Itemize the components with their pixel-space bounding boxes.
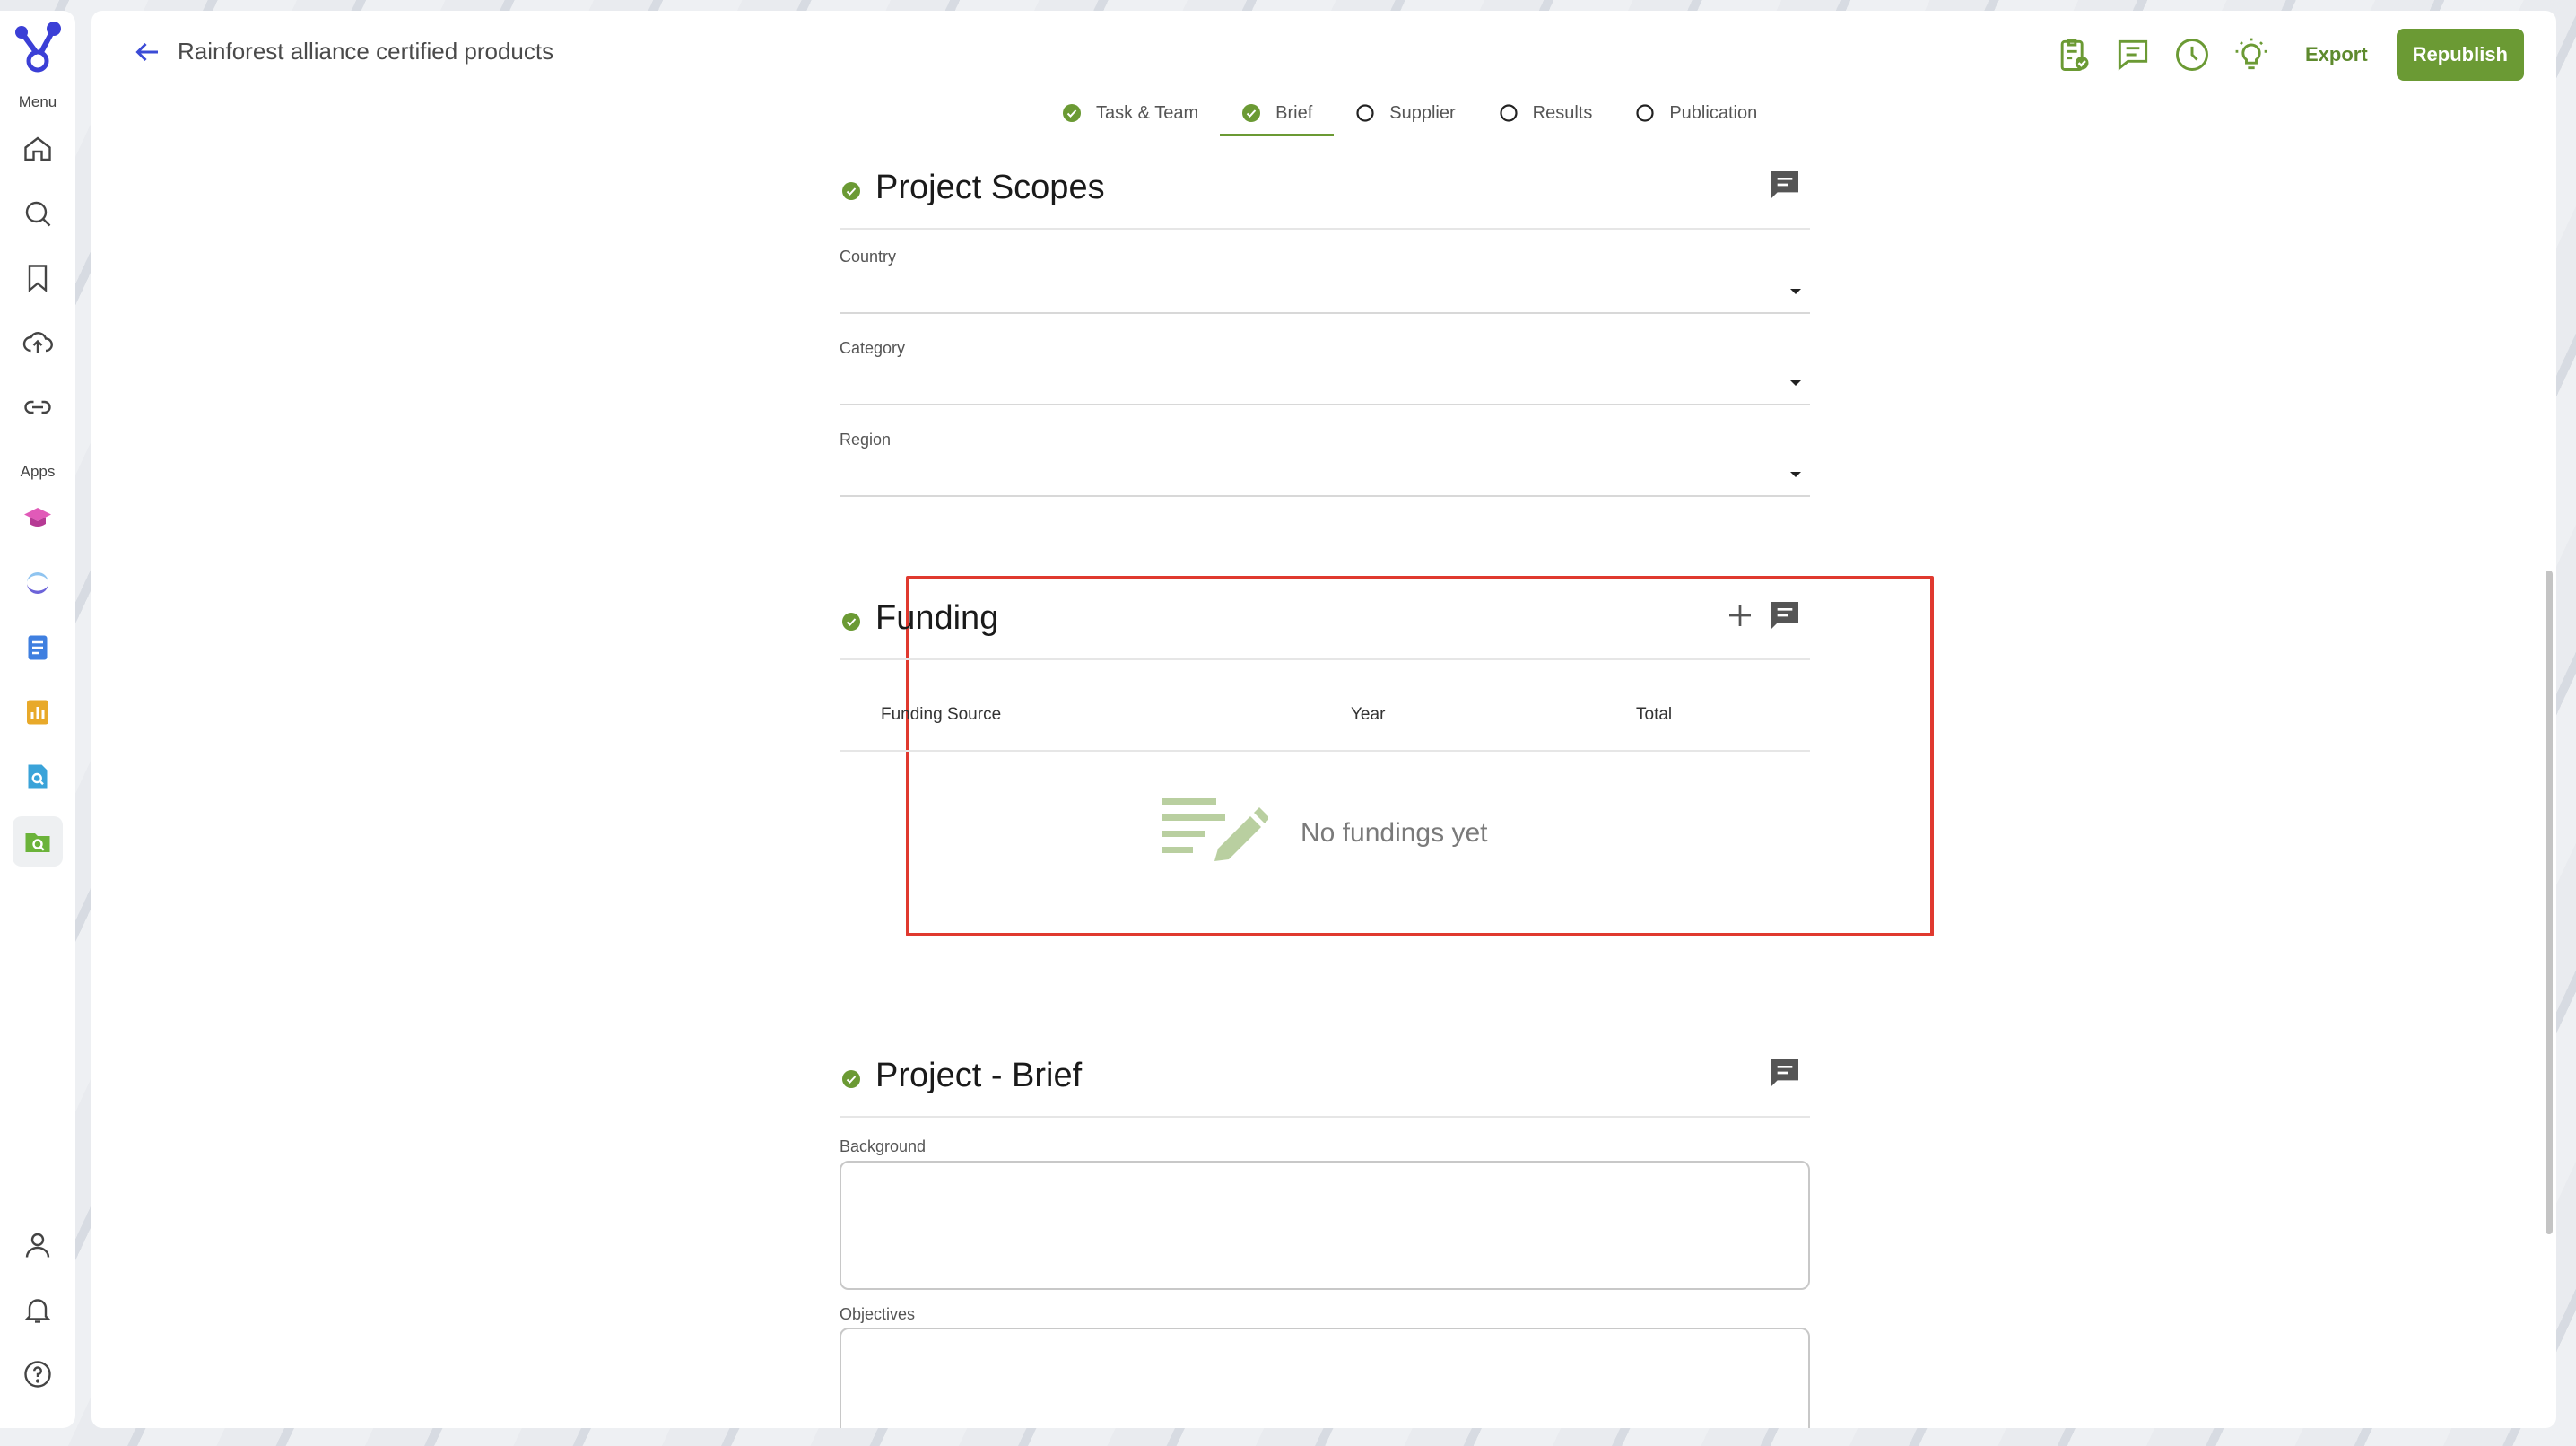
back-arrow-icon[interactable]	[131, 36, 163, 68]
comment-icon[interactable]	[1767, 167, 1803, 203]
search-icon[interactable]	[13, 188, 63, 239]
field-label: Region	[840, 431, 892, 449]
project-scopes-header: Project Scopes	[840, 160, 1810, 230]
empty-circle-icon	[1636, 104, 1654, 122]
document-app-icon[interactable]	[13, 623, 63, 673]
chat-icon[interactable]	[2111, 33, 2154, 76]
bookmark-icon[interactable]	[13, 253, 63, 303]
lightbulb-icon[interactable]	[2230, 33, 2273, 76]
clipboard-check-icon[interactable]	[2052, 33, 2095, 76]
dropdown-caret-icon	[1790, 380, 1801, 386]
bell-icon[interactable]	[13, 1285, 63, 1335]
step-brief[interactable]: Brief	[1220, 90, 1335, 136]
user-icon[interactable]	[13, 1220, 63, 1270]
export-button[interactable]: Export	[2305, 43, 2368, 66]
step-results[interactable]: Results	[1477, 90, 1614, 136]
country-select[interactable]: Country	[840, 235, 1810, 314]
dropdown-caret-icon	[1790, 472, 1801, 477]
empty-message: No fundings yet	[1301, 818, 1488, 848]
menu-label: Menu	[18, 93, 57, 110]
check-circle-icon	[1242, 104, 1261, 122]
sidebar: Menu Apps	[0, 11, 75, 1428]
field-label: Category	[840, 339, 906, 357]
objectives-label: Objectives	[840, 1305, 916, 1323]
step-label: Results	[1532, 102, 1593, 123]
funding-header: Funding	[840, 590, 1810, 660]
graduation-cap-app-icon[interactable]	[13, 493, 63, 544]
region-select[interactable]: Region	[840, 418, 1810, 497]
clock-icon[interactable]	[2171, 33, 2214, 76]
app-logo[interactable]	[9, 20, 66, 77]
step-publication[interactable]: Publication	[1614, 90, 1779, 136]
upload-cloud-icon[interactable]	[13, 318, 63, 368]
funding-empty-state: No fundings yet	[840, 753, 1810, 888]
step-label: Supplier	[1389, 102, 1456, 123]
apps-label: Apps	[20, 463, 56, 480]
add-funding-icon[interactable]	[1724, 599, 1756, 632]
moon-app-icon[interactable]	[13, 558, 63, 608]
step-supplier[interactable]: Supplier	[1334, 90, 1476, 136]
edit-notes-icon	[1162, 798, 1268, 861]
comment-icon[interactable]	[1767, 597, 1803, 633]
check-circle-icon	[842, 1070, 860, 1088]
category-select[interactable]: Category	[840, 327, 1810, 405]
step-label: Brief	[1275, 102, 1313, 123]
section-title: Project Scopes	[875, 169, 1105, 206]
step-task-team[interactable]: Task & Team	[1040, 90, 1220, 136]
page-title: Rainforest alliance certified products	[178, 38, 554, 65]
link-icon[interactable]	[13, 382, 63, 432]
column-header-year[interactable]: Year	[1351, 705, 1385, 725]
top-bar: Rainforest alliance certified products E…	[91, 11, 2556, 83]
objectives-textarea[interactable]	[840, 1328, 1810, 1428]
progress-stepper: Task & Team Brief Supplier Results Publi…	[1040, 90, 1779, 136]
help-icon[interactable]	[13, 1349, 63, 1399]
section-title: Project - Brief	[875, 1057, 1083, 1094]
home-icon[interactable]	[13, 124, 63, 174]
doc-search-app-icon[interactable]	[13, 752, 63, 802]
dropdown-caret-icon	[1790, 289, 1801, 294]
folder-search-app-icon[interactable]	[13, 816, 63, 867]
bar-chart-app-icon[interactable]	[13, 687, 63, 737]
column-header-total[interactable]: Total	[1636, 705, 1672, 725]
column-header-funding-source[interactable]: Funding Source	[881, 705, 1001, 725]
funding-table-header: Funding Source Year Total	[840, 660, 1810, 752]
background-label: Background	[840, 1137, 927, 1155]
main-panel: Rainforest alliance certified products E…	[91, 11, 2556, 1428]
section-title: Funding	[875, 599, 999, 637]
republish-button[interactable]: Republish	[2396, 29, 2524, 81]
comment-icon[interactable]	[1767, 1055, 1803, 1091]
step-label: Task & Team	[1096, 102, 1199, 123]
field-label: Country	[840, 248, 897, 266]
check-circle-icon	[842, 182, 860, 200]
step-label: Publication	[1669, 102, 1758, 123]
check-circle-icon	[842, 613, 860, 631]
project-brief-header: Project - Brief	[840, 1048, 1810, 1118]
empty-circle-icon	[1500, 104, 1518, 122]
vertical-scrollbar[interactable]	[2546, 571, 2553, 1234]
check-circle-icon	[1063, 104, 1081, 122]
background-textarea[interactable]	[840, 1161, 1810, 1290]
empty-circle-icon	[1356, 104, 1374, 122]
top-actions: Export Republish	[2036, 29, 2524, 81]
